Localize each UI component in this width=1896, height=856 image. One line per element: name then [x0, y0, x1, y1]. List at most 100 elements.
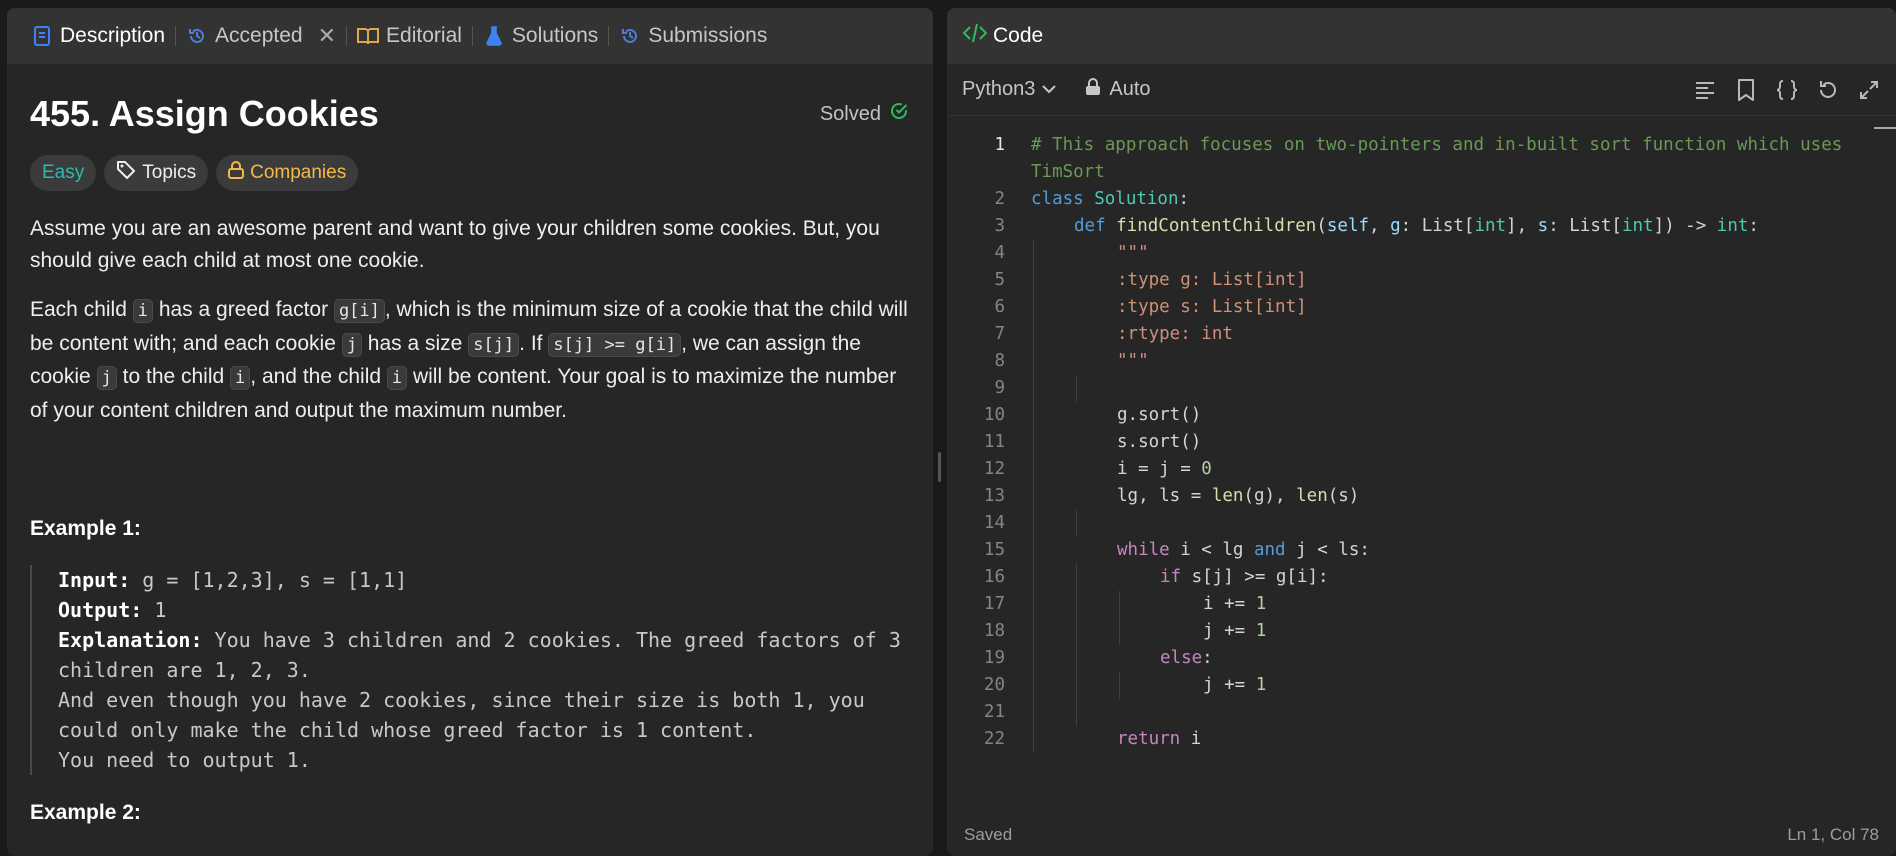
code-line: 19 else: [947, 645, 1896, 672]
scrollbar[interactable] [1874, 127, 1896, 129]
code-line: 12 i = j = 0 [947, 456, 1896, 483]
code-line: 9 [947, 375, 1896, 402]
line-number: 16 [983, 567, 1005, 587]
topics-button[interactable]: Topics [104, 155, 209, 191]
line-number: 3 [994, 216, 1005, 236]
companies-label: Companies [250, 162, 347, 183]
code-token: : [1748, 216, 1759, 236]
code-token: findContentChildren [1116, 216, 1317, 236]
bookmark-icon[interactable] [1734, 78, 1758, 102]
panel-resize-handle[interactable] [938, 452, 941, 482]
indent-guide [1033, 591, 1034, 618]
editor-toolbar: Python3 Auto [947, 64, 1896, 116]
code-token: : [1178, 189, 1190, 209]
auto-mode-toggle[interactable]: Auto [1085, 77, 1151, 102]
code-token: i = j = [1117, 459, 1202, 479]
tab-solutions[interactable]: Solutions [477, 16, 604, 56]
indent-guide [1033, 618, 1034, 645]
indent-guide [1033, 483, 1034, 510]
difficulty-badge: Easy [30, 155, 97, 191]
code-token: ], [1506, 216, 1538, 236]
code-panel: Code Python3 Auto 1 # This approach focu… [947, 8, 1896, 856]
close-icon[interactable]: ✕ [318, 23, 336, 49]
code-text: """ [1117, 348, 1149, 375]
code-token: 0 [1201, 459, 1212, 479]
code-token: : [1202, 648, 1213, 668]
code-token: TimSort [1031, 162, 1105, 182]
code-text: j += 1 [1203, 618, 1266, 645]
code-line: 14 [947, 510, 1896, 537]
tab-editorial[interactable]: Editorial [351, 16, 468, 56]
tab-divider [346, 26, 348, 46]
code-panel-title: Code [993, 24, 1044, 47]
problem-title[interactable]: 455. Assign Cookies [30, 93, 379, 135]
code-line: 3 def findContentChildren(self, g: List[i… [947, 213, 1896, 240]
code-line: 22 return i [947, 726, 1896, 753]
line-number: 6 [994, 297, 1005, 317]
indent-guide [1076, 591, 1077, 618]
code-line: 11 s.sort() [947, 429, 1896, 456]
code-token: 1 [1255, 675, 1267, 695]
check-circle-icon [889, 101, 909, 127]
cursor-position: Ln 1, Col 78 [1787, 825, 1879, 844]
tab-divider [175, 26, 177, 46]
problem-description: Assume you are an awesome parent and wan… [30, 213, 910, 426]
line-number: 15 [983, 540, 1005, 560]
text: has a greed factor [152, 298, 334, 321]
code-token: 1 [1255, 621, 1267, 641]
tab-accepted[interactable]: Accepted ✕ [180, 16, 342, 56]
tab-divider [471, 26, 473, 46]
code-text: """ [1117, 240, 1149, 267]
code-token: :type s: List[int] [1117, 297, 1307, 317]
input-value: g = [1,2,3], s = [1,1] [130, 568, 408, 592]
inline-code: i [132, 299, 153, 323]
indent-guide [1033, 240, 1034, 267]
indent-guide [1033, 456, 1034, 483]
code-token: j += [1203, 675, 1256, 695]
code-line: 17 i += 1 [947, 591, 1896, 618]
code-token: ]) -> [1653, 216, 1717, 236]
reset-icon[interactable] [1816, 78, 1840, 102]
line-number: 8 [994, 351, 1005, 371]
line-number: 5 [994, 270, 1005, 290]
code-text: s.sort() [1117, 429, 1201, 456]
text: has a size [361, 331, 469, 355]
expand-icon[interactable] [1857, 78, 1881, 102]
indent-guide [1076, 375, 1077, 402]
code-text: :rtype: int [1117, 321, 1233, 348]
tab-submissions[interactable]: Submissions [613, 16, 773, 56]
braces-icon[interactable] [1775, 78, 1799, 102]
code-token: and [1253, 540, 1297, 560]
code-token: self [1326, 216, 1370, 236]
history-icon [186, 25, 208, 47]
code-token: while [1117, 540, 1181, 560]
tab-label: Description [60, 24, 166, 47]
solved-status: Solved [820, 101, 909, 127]
description-icon [31, 25, 53, 47]
book-icon [357, 25, 380, 47]
code-line: 7:rtype: int [947, 321, 1896, 348]
indent-guide [1076, 564, 1077, 591]
code-text: i += 1 [1203, 591, 1266, 618]
format-lines-icon[interactable] [1693, 78, 1717, 102]
description-paragraph: Assume you are an awesome parent and wan… [30, 217, 880, 272]
indent-guide [1076, 510, 1077, 537]
code-line: 15 while i < lg and j < ls: [947, 537, 1896, 564]
code-token: (g), [1243, 486, 1297, 506]
indent-guide [1033, 510, 1034, 537]
language-select[interactable]: Python3 [962, 78, 1057, 101]
indent-guide [1076, 672, 1077, 699]
tab-description[interactable]: Description [25, 16, 171, 56]
indent-guide [1033, 429, 1034, 456]
problem-tags: Easy Topics Companies [30, 155, 910, 191]
code-token: len [1211, 486, 1244, 506]
code-token: i [1190, 729, 1202, 749]
problem-panel: Description Accepted ✕ Editorial Solutio… [7, 8, 933, 856]
inline-code: i [230, 366, 251, 390]
code-line: 4 """ [947, 240, 1896, 267]
companies-button[interactable]: Companies [216, 155, 359, 191]
inline-code: i [386, 366, 408, 390]
code-token: return [1117, 729, 1191, 749]
code-editor[interactable]: 1 # This approach focuses on two-pointers… [947, 124, 1896, 804]
example-input: Input: g = [1,2,3], s = [1,1] [58, 565, 910, 595]
